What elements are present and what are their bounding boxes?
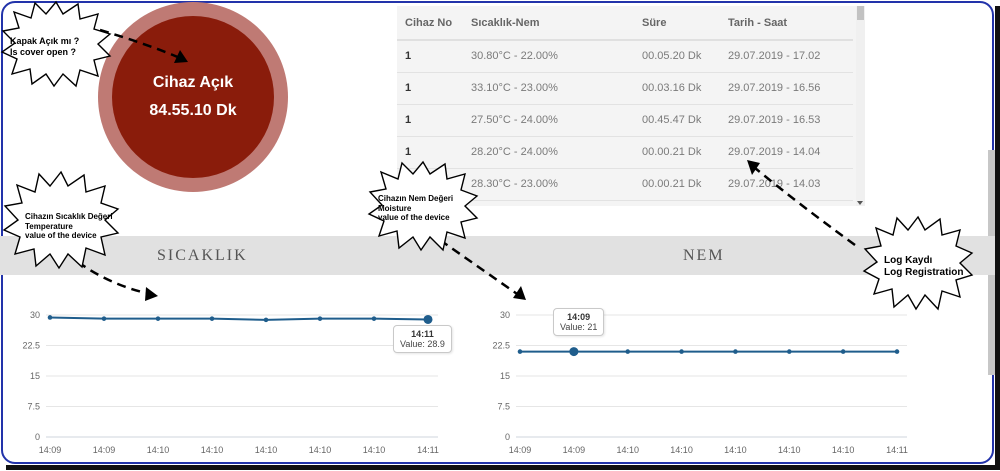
humidity-tooltip: 14:09 Value: 21	[553, 308, 605, 336]
data-point	[840, 349, 846, 354]
column-header-datetime: Tarih - Saat	[728, 6, 853, 41]
y-tick-label: 7.5	[497, 402, 510, 412]
data-point	[517, 349, 523, 354]
x-tick-label: 14:09	[93, 445, 116, 455]
frame-shadow-right	[995, 6, 1000, 468]
cell-duration: 00.45.47 Dk	[642, 104, 728, 137]
device-status-indicator: Cihaz Açık 84.55.10 Dk	[112, 16, 274, 178]
log-table-header-row: Cihaz No Sıcaklık-Nem Süre Tarih - Saat	[397, 6, 853, 41]
frame-shadow-bottom	[6, 465, 1000, 470]
x-tick-label: 14:10	[832, 445, 855, 455]
y-tick-label: 7.5	[27, 402, 40, 412]
data-point	[371, 316, 377, 321]
cell-duration: 00.03.16 Dk	[642, 72, 728, 105]
x-tick-label: 14:09	[563, 445, 586, 455]
table-row: 1 27.50°C - 24.00% 00.45.47 Dk 29.07.201…	[397, 104, 853, 137]
y-tick-label: 0	[505, 432, 510, 442]
tooltip-time: 14:09	[567, 312, 591, 322]
x-tick-label: 14:09	[39, 445, 62, 455]
cell-datetime: 29.07.2019 - 14.04	[728, 136, 853, 169]
temperature-section-title: SICAKLIK	[157, 247, 248, 264]
x-tick-label: 14:10	[309, 445, 332, 455]
x-tick-label: 14:10	[363, 445, 386, 455]
moisture-annotation-text: Cihazın Nem Değeri Moisture value of the…	[378, 194, 454, 223]
cell-temp-humidity: 30.80°C - 22.00%	[471, 40, 642, 73]
x-tick-label: 14:10	[255, 445, 278, 455]
cell-datetime: 29.07.2019 - 16.53	[728, 104, 853, 137]
x-tick-label: 14:10	[724, 445, 747, 455]
table-scrollbar[interactable]	[856, 6, 865, 206]
device-status-text: Cihaz Açık	[152, 74, 234, 91]
x-tick-label: 14:09	[509, 445, 532, 455]
y-tick-label: 0	[35, 432, 40, 442]
y-tick-label: 30	[30, 310, 40, 320]
cell-duration: 00.05.20 Dk	[642, 40, 728, 73]
x-tick-label: 14:11	[417, 445, 439, 455]
data-point	[733, 349, 738, 354]
tooltip-time: 14:11	[411, 329, 434, 339]
column-header-device-no: Cihaz No	[397, 6, 471, 41]
humidity-section-title: NEM	[683, 247, 725, 264]
data-point	[569, 347, 579, 357]
table-row: 1 30.80°C - 22.00% 00.05.20 Dk 29.07.201…	[397, 40, 853, 73]
cell-device-no: 1	[397, 40, 471, 73]
data-point	[894, 349, 900, 354]
y-tick-label: 22.5	[22, 341, 40, 351]
temperature-annotation-text: Cihazın Sıcaklık Değeri Temperature valu…	[25, 212, 113, 241]
x-tick-label: 14:11	[886, 445, 908, 455]
cell-device-no: 1	[397, 104, 471, 137]
data-point	[786, 349, 792, 354]
cell-datetime: 29.07.2019 - 17.02	[728, 40, 853, 73]
column-header-duration: Süre	[642, 6, 728, 41]
x-tick-label: 14:10	[616, 445, 639, 455]
data-point	[679, 349, 684, 354]
data-point	[209, 316, 215, 321]
x-tick-label: 14:10	[147, 445, 170, 455]
cell-device-no: 1	[397, 72, 471, 105]
cell-datetime: 29.07.2019 - 16.56	[728, 72, 853, 105]
section-header-band	[0, 236, 995, 275]
y-tick-label: 15	[500, 371, 510, 381]
data-point	[423, 314, 433, 324]
log-annotation-text: Log Kaydı Log Registration	[884, 255, 964, 278]
y-tick-label: 30	[500, 310, 510, 320]
data-point	[317, 316, 323, 321]
cover-annotation-text: Kapak Açık mı ? Is cover open ?	[10, 36, 80, 57]
cell-duration: 00.00.21 Dk	[642, 136, 728, 169]
data-point	[263, 317, 269, 323]
tooltip-value: Value: 21	[560, 322, 598, 332]
data-point	[625, 349, 631, 354]
table-scrollbar-thumb[interactable]	[857, 6, 864, 20]
series-line	[49, 316, 429, 321]
temperature-chart: 0 7.5 15 22.5 30 14:09 14:09 14:10 14:10 14:10 14:…	[22, 310, 439, 455]
column-header-temp-humidity: Sıcaklık-Nem	[471, 6, 642, 41]
chevron-down-icon[interactable]	[857, 201, 863, 205]
device-duration-text: 84.55.10 Dk	[149, 102, 237, 119]
cell-temp-humidity: 27.50°C - 24.00%	[471, 104, 642, 137]
cell-temp-humidity: 33.10°C - 23.00%	[471, 72, 642, 105]
cell-temp-humidity: 28.20°C - 24.00%	[471, 136, 642, 169]
tooltip-value: Value: 28.9	[400, 339, 445, 349]
data-point	[101, 316, 107, 321]
x-tick-label: 14:10	[201, 445, 224, 455]
cell-duration: 00.00.21 Dk	[642, 168, 728, 201]
table-row: 1 33.10°C - 23.00% 00.03.16 Dk 29.07.201…	[397, 72, 853, 105]
x-tick-label: 14:10	[670, 445, 693, 455]
x-tick-label: 14:10	[778, 445, 801, 455]
cell-datetime: 29.07.2019 - 14.03	[728, 168, 853, 201]
y-tick-label: 22.5	[492, 341, 510, 351]
data-point	[155, 316, 161, 321]
cell-temp-humidity: 28.30°C - 23.00%	[471, 168, 642, 201]
y-tick-label: 15	[30, 371, 40, 381]
data-point	[47, 315, 53, 320]
temperature-tooltip: 14:11 Value: 28.9	[393, 325, 452, 353]
